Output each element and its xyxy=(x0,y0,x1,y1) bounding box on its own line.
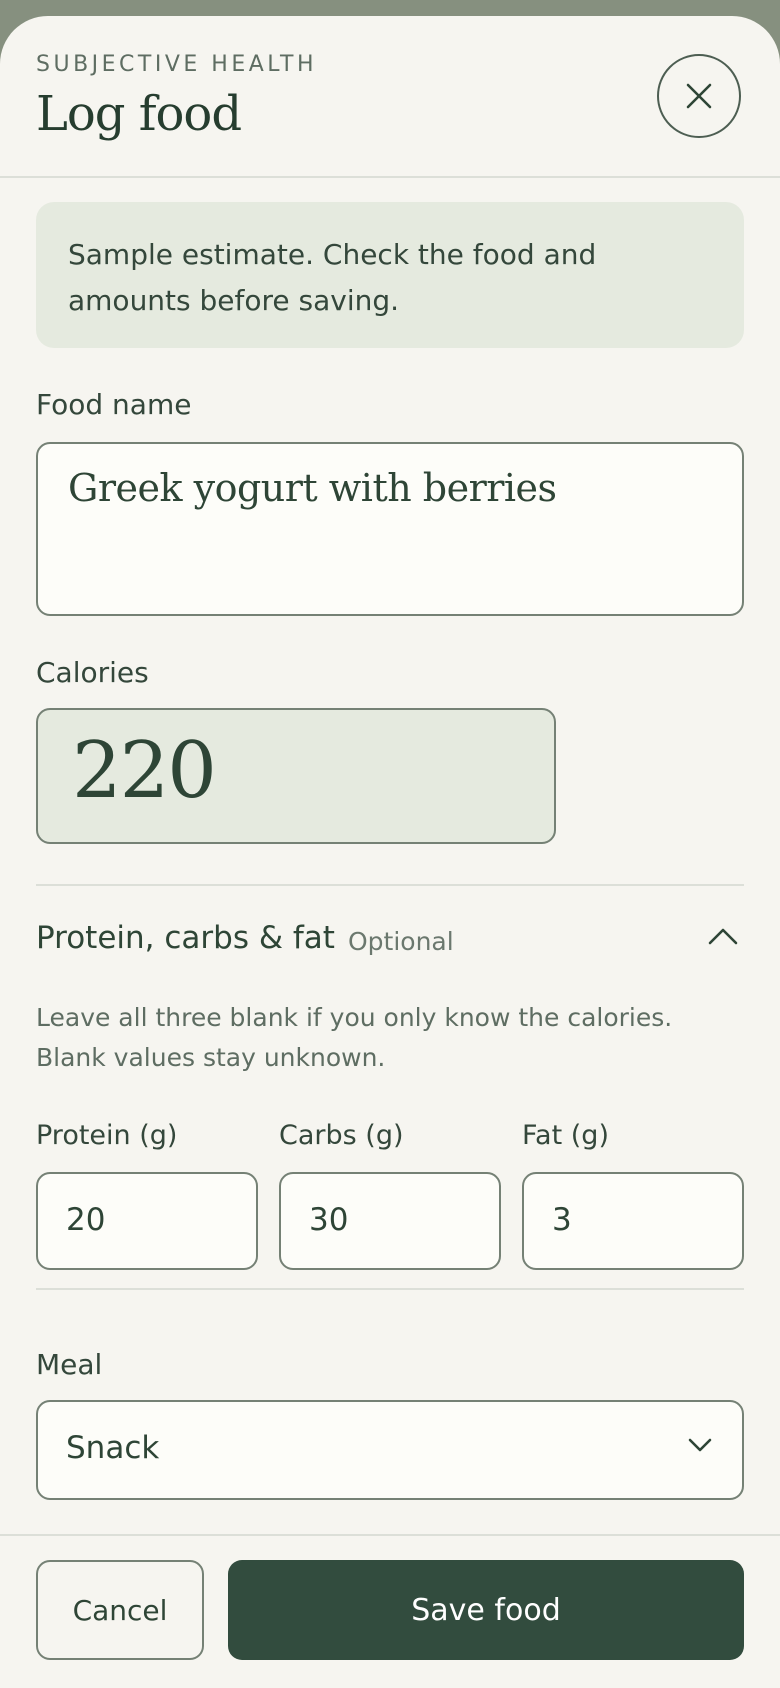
divider xyxy=(36,884,744,886)
protein-label: Protein (g) xyxy=(36,1120,178,1151)
page-title: Log food xyxy=(36,86,242,142)
sheet-header: SUBJECTIVE HEALTH Log food xyxy=(0,16,780,178)
close-button[interactable] xyxy=(657,54,741,138)
carbs-field[interactable]: 30 xyxy=(279,1172,501,1270)
meal-select[interactable]: Snack xyxy=(36,1400,744,1500)
meal-value: Snack xyxy=(66,1430,160,1466)
calories-field[interactable]: 220 xyxy=(36,708,556,844)
chevron-up-icon[interactable] xyxy=(706,926,740,946)
fat-label: Fat (g) xyxy=(522,1120,609,1151)
calories-label: Calories xyxy=(36,656,149,689)
food-name-label: Food name xyxy=(36,388,192,421)
fat-value: 3 xyxy=(552,1202,572,1238)
carbs-label: Carbs (g) xyxy=(279,1120,404,1151)
carbs-value: 30 xyxy=(309,1202,349,1238)
food-name-value: Greek yogurt with berries xyxy=(68,466,557,510)
save-food-button[interactable]: Save food xyxy=(228,1560,744,1660)
macros-section-title[interactable]: Protein, carbs & fat xyxy=(36,920,335,956)
food-name-field[interactable]: Greek yogurt with berries xyxy=(36,442,744,616)
estimate-notice: Sample estimate. Check the food and amou… xyxy=(36,202,744,348)
close-icon xyxy=(686,83,712,109)
calories-value: 220 xyxy=(72,726,217,816)
eyebrow: SUBJECTIVE HEALTH xyxy=(36,52,317,77)
protein-field[interactable]: 20 xyxy=(36,1172,258,1270)
cancel-button[interactable]: Cancel xyxy=(36,1560,204,1660)
optional-tag: Optional xyxy=(348,927,454,956)
meal-label: Meal xyxy=(36,1348,103,1381)
macros-hint: Leave all three blank if you only know t… xyxy=(36,1003,673,1072)
action-bar: Cancel Save food xyxy=(0,1534,780,1688)
divider xyxy=(36,1288,744,1290)
chevron-down-icon xyxy=(688,1438,712,1452)
fat-field[interactable]: 3 xyxy=(522,1172,744,1270)
protein-value: 20 xyxy=(66,1202,106,1238)
log-food-sheet: SUBJECTIVE HEALTH Log food Sample estima… xyxy=(0,16,780,1688)
